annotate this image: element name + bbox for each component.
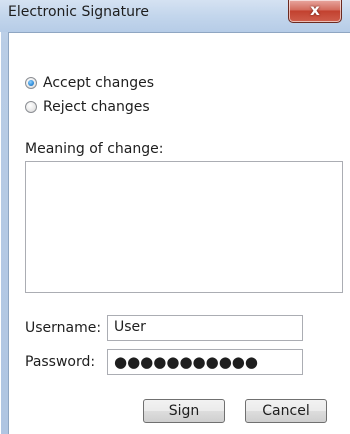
radio-button-unselected[interactable]: [25, 101, 37, 113]
radio-button-selected[interactable]: [25, 77, 37, 89]
sign-button[interactable]: Sign: [143, 399, 225, 423]
reject-changes-label: Reject changes: [43, 99, 150, 115]
password-field[interactable]: ●●●●●●●●●●●: [107, 349, 303, 375]
cancel-button[interactable]: Cancel: [245, 399, 327, 423]
window-title: Electronic Signature: [8, 4, 149, 20]
dialog-client-area: Accept changes Reject changes Meaning of…: [8, 32, 350, 434]
reject-changes-radio[interactable]: Reject changes: [25, 99, 150, 115]
electronic-signature-dialog: Electronic Signature x Accept changes Re…: [0, 0, 350, 434]
close-icon: x: [310, 1, 320, 19]
accept-changes-radio[interactable]: Accept changes: [25, 75, 154, 91]
accept-changes-label: Accept changes: [43, 75, 154, 91]
title-bar[interactable]: Electronic Signature x: [0, 0, 350, 32]
password-label: Password:: [25, 354, 96, 370]
meaning-of-change-label: Meaning of change:: [25, 141, 164, 157]
username-label: Username:: [25, 320, 102, 336]
close-button[interactable]: x: [288, 0, 342, 23]
username-field[interactable]: User: [107, 315, 303, 341]
meaning-of-change-textarea[interactable]: [25, 161, 343, 293]
